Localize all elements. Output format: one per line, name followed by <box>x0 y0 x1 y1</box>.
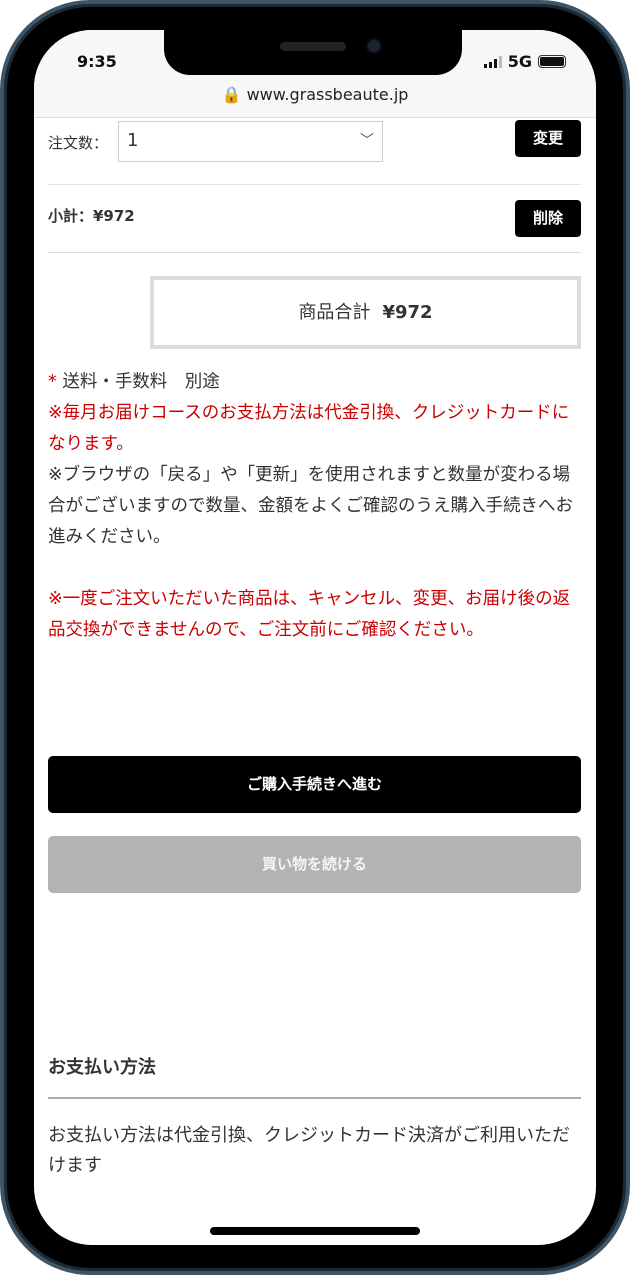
network-label: 5G <box>507 52 532 71</box>
quantity-label: 注文数： <box>48 134 109 152</box>
quantity-select[interactable]: 1 ﹀ <box>118 121 383 162</box>
status-time: 9:35 <box>77 52 117 71</box>
divider <box>48 252 581 253</box>
url-bar[interactable]: 🔒 www.grassbeaute.jp <box>34 85 596 104</box>
total-box: 商品合計 ¥972 <box>150 276 581 349</box>
shipping-note: 送料・手数料 別途 <box>56 372 220 392</box>
subtotal: 小計：¥972 <box>48 207 135 225</box>
change-button[interactable]: 変更 <box>515 120 581 157</box>
payment-note: ※毎月お届けコースのお支払方法は代金引換、クレジットカードになります。 <box>48 403 570 454</box>
quantity-value: 1 <box>127 130 139 151</box>
screen: 9:35 5G 🔒 www.grassbeaute.jp 注文数： 1 ﹀ 変更 … <box>34 30 596 1245</box>
payment-text: お支払い方法は代金引換、クレジットカード決済がご利用いただけます <box>48 1125 570 1176</box>
url-text: www.grassbeaute.jp <box>246 85 409 104</box>
subtotal-row: 小計：¥972 削除 <box>48 185 581 252</box>
battery-icon <box>538 55 566 68</box>
page-content: 注文数： 1 ﹀ 変更 小計：¥972 削除 商品合計 ¥972 * 送料・手数料 … <box>48 118 581 1181</box>
chevron-down-icon: ﹀ <box>360 133 374 149</box>
checkout-button[interactable]: ご購入手続きへ進む <box>48 756 581 813</box>
asterisk: * <box>48 372 57 392</box>
quantity-row: 注文数： 1 ﹀ 変更 <box>48 118 581 184</box>
total-label: 商品合計 <box>298 302 371 323</box>
status-icons: 5G <box>483 52 566 71</box>
speaker <box>280 42 346 51</box>
payment-heading: お支払い方法 <box>48 1053 581 1099</box>
camera <box>366 38 382 54</box>
notch <box>164 30 462 75</box>
cancel-note: ※一度ご注文いただいた商品は、キャンセル、変更、お届け後の返品交換ができませんの… <box>48 589 571 640</box>
continue-shopping-button[interactable]: 買い物を続ける <box>48 836 581 893</box>
lock-icon: 🔒 <box>221 85 242 104</box>
delete-button[interactable]: 削除 <box>515 200 581 237</box>
total-value: ¥972 <box>382 302 433 323</box>
notes: * 送料・手数料 別途 ※毎月お届けコースのお支払方法は代金引換、クレジットカー… <box>48 367 581 646</box>
home-indicator[interactable] <box>210 1227 420 1235</box>
browser-note: ※ブラウザの「戻る」や「更新」を使用されますと数量が変わる場合がございますので数… <box>48 465 573 547</box>
signal-icon <box>483 55 502 68</box>
